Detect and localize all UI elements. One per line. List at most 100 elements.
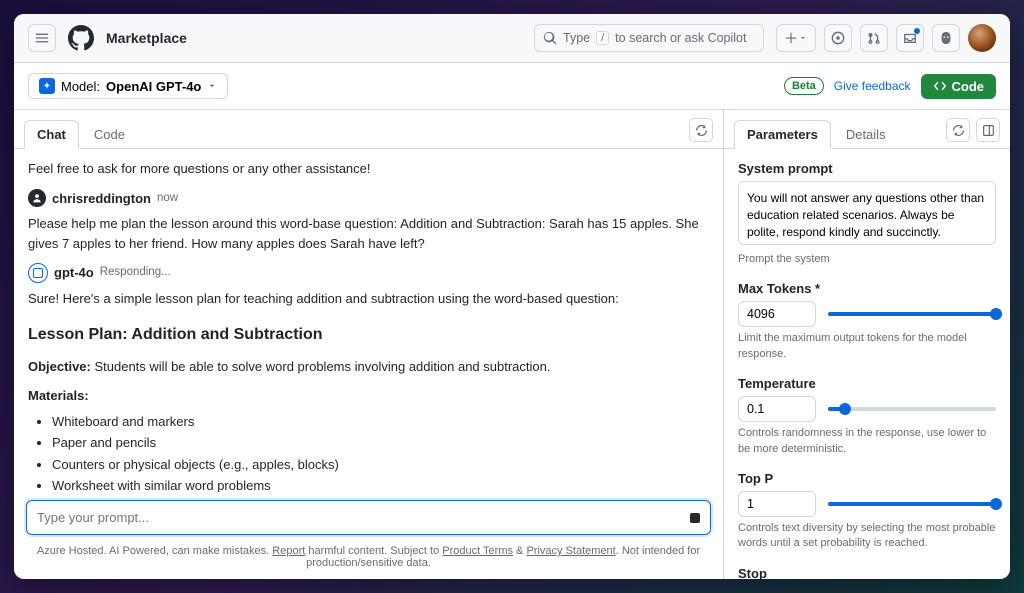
hamburger-icon (35, 31, 49, 45)
subheader: ✦ Model: OpenAI GPT-4o Beta Give feedbac… (14, 63, 1010, 110)
user-name: chrisreddington (52, 189, 151, 209)
prompt-input[interactable] (37, 510, 690, 525)
refresh-icon (695, 124, 708, 137)
list-item: Whiteboard and markers (52, 412, 709, 432)
search-kbd: / (596, 31, 609, 45)
ai-avatar-small (28, 263, 48, 283)
beta-badge: Beta (784, 77, 824, 95)
top-p-help: Controls text diversity by selecting the… (738, 521, 996, 552)
objective-label: Objective: (28, 359, 91, 374)
copilot-button[interactable] (932, 24, 960, 52)
issues-button[interactable] (824, 24, 852, 52)
topbar-actions (776, 24, 996, 52)
prompt-row (14, 492, 723, 541)
prompt-input-wrapper[interactable] (26, 500, 711, 535)
temperature-input[interactable] (738, 396, 816, 422)
objective-text: Students will be able to solve word prob… (94, 359, 550, 374)
refresh-chat-button[interactable] (689, 118, 713, 142)
disclaimer-text: harmful content. Subject to (305, 545, 442, 557)
system-prompt-input[interactable] (738, 181, 996, 245)
chevron-down-icon (799, 34, 807, 42)
tab-details[interactable]: Details (833, 120, 899, 149)
temperature-label: Temperature (738, 376, 996, 391)
chat-scroll[interactable]: Feel free to ask for more questions or a… (14, 149, 723, 492)
privacy-link[interactable]: Privacy Statement (526, 545, 615, 557)
disclaimer-text: & (513, 545, 526, 557)
copilot-icon (939, 31, 953, 45)
temperature-slider[interactable] (828, 407, 996, 411)
model-name: OpenAI GPT-4o (106, 79, 201, 94)
footer-disclaimer: Azure Hosted. AI Powered, can make mista… (14, 541, 723, 579)
user-avatar[interactable] (968, 24, 996, 52)
prev-tail-text: Feel free to ask for more questions or a… (28, 159, 709, 179)
chat-tabs: Chat Code (14, 110, 723, 149)
top-p-slider[interactable] (828, 502, 996, 506)
max-tokens-label: Max Tokens * (738, 281, 996, 296)
feedback-link[interactable]: Give feedback (834, 79, 911, 93)
ai-intro: Sure! Here's a simple lesson plan for te… (28, 289, 709, 309)
top-p-label: Top P (738, 471, 996, 486)
user-meta: now (157, 190, 178, 207)
plus-icon (785, 32, 797, 44)
report-link[interactable]: Report (272, 545, 305, 557)
search-icon (543, 31, 557, 45)
issues-icon (831, 31, 845, 45)
collapse-side-button[interactable] (976, 118, 1000, 142)
model-provider-icon: ✦ (39, 78, 55, 94)
pull-request-icon (867, 31, 881, 45)
pull-requests-button[interactable] (860, 24, 888, 52)
materials-label: Materials: (28, 386, 709, 406)
code-button-label: Code (952, 79, 985, 94)
stop-generation-button[interactable] (690, 513, 700, 523)
hamburger-button[interactable] (28, 24, 56, 52)
global-search[interactable]: Type / to search or ask Copilot (534, 24, 764, 52)
chat-pane: Chat Code Feel free to ask for more ques… (14, 110, 724, 579)
system-prompt-help: Prompt the system (738, 252, 996, 267)
stop-label: Stop (738, 566, 996, 579)
panel-icon (982, 124, 995, 137)
tab-code[interactable]: Code (81, 120, 138, 149)
search-placeholder-prefix: Type (563, 31, 590, 45)
user-msg-header: chrisreddington now (28, 189, 709, 209)
model-selector[interactable]: ✦ Model: OpenAI GPT-4o (28, 73, 228, 99)
list-item: Worksheet with similar word problems (52, 476, 709, 492)
temperature-help: Controls randomness in the response, use… (738, 426, 996, 457)
disclaimer-text: Azure Hosted. AI Powered, can make mista… (37, 545, 272, 557)
tab-chat[interactable]: Chat (24, 120, 79, 149)
side-tabs: Parameters Details (724, 110, 1010, 149)
system-prompt-label: System prompt (738, 161, 996, 176)
max-tokens-help: Limit the maximum output tokens for the … (738, 331, 996, 362)
person-icon (32, 193, 42, 203)
product-terms-link[interactable]: Product Terms (442, 545, 513, 557)
ai-meta: Responding... (100, 264, 171, 281)
topbar: Marketplace Type / to search or ask Copi… (14, 14, 1010, 63)
top-p-input[interactable] (738, 491, 816, 517)
params-scroll[interactable]: System prompt Prompt the system Max Toke… (724, 149, 1010, 579)
create-new-button[interactable] (776, 24, 816, 52)
main-panes: Chat Code Feel free to ask for more ques… (14, 110, 1010, 579)
ai-msg-header: gpt-4o Responding... (28, 263, 709, 283)
side-pane: Parameters Details System prompt Prompt … (724, 110, 1010, 579)
user-msg-text: Please help me plan the lesson around th… (28, 214, 709, 253)
app-window: Marketplace Type / to search or ask Copi… (14, 14, 1010, 579)
max-tokens-input[interactable] (738, 301, 816, 327)
user-avatar-small (28, 189, 46, 207)
search-placeholder-suffix: to search or ask Copilot (615, 31, 746, 45)
github-logo-icon[interactable] (68, 25, 94, 51)
tab-parameters[interactable]: Parameters (734, 120, 831, 149)
objective-row: Objective: Students will be able to solv… (28, 357, 709, 377)
model-prefix: Model: (61, 79, 100, 94)
lesson-heading: Lesson Plan: Addition and Subtraction (28, 323, 709, 347)
refresh-icon (952, 124, 965, 137)
notification-dot (914, 28, 920, 34)
list-item: Paper and pencils (52, 433, 709, 453)
inbox-button[interactable] (896, 24, 924, 52)
brand-link[interactable]: Marketplace (106, 30, 187, 46)
ai-name: gpt-4o (54, 263, 94, 283)
list-item: Counters or physical objects (e.g., appl… (52, 455, 709, 475)
reset-params-button[interactable] (946, 118, 970, 142)
materials-list: Whiteboard and markers Paper and pencils… (28, 412, 709, 493)
code-button[interactable]: Code (921, 74, 997, 99)
code-icon (933, 79, 947, 93)
max-tokens-slider[interactable] (828, 312, 996, 316)
